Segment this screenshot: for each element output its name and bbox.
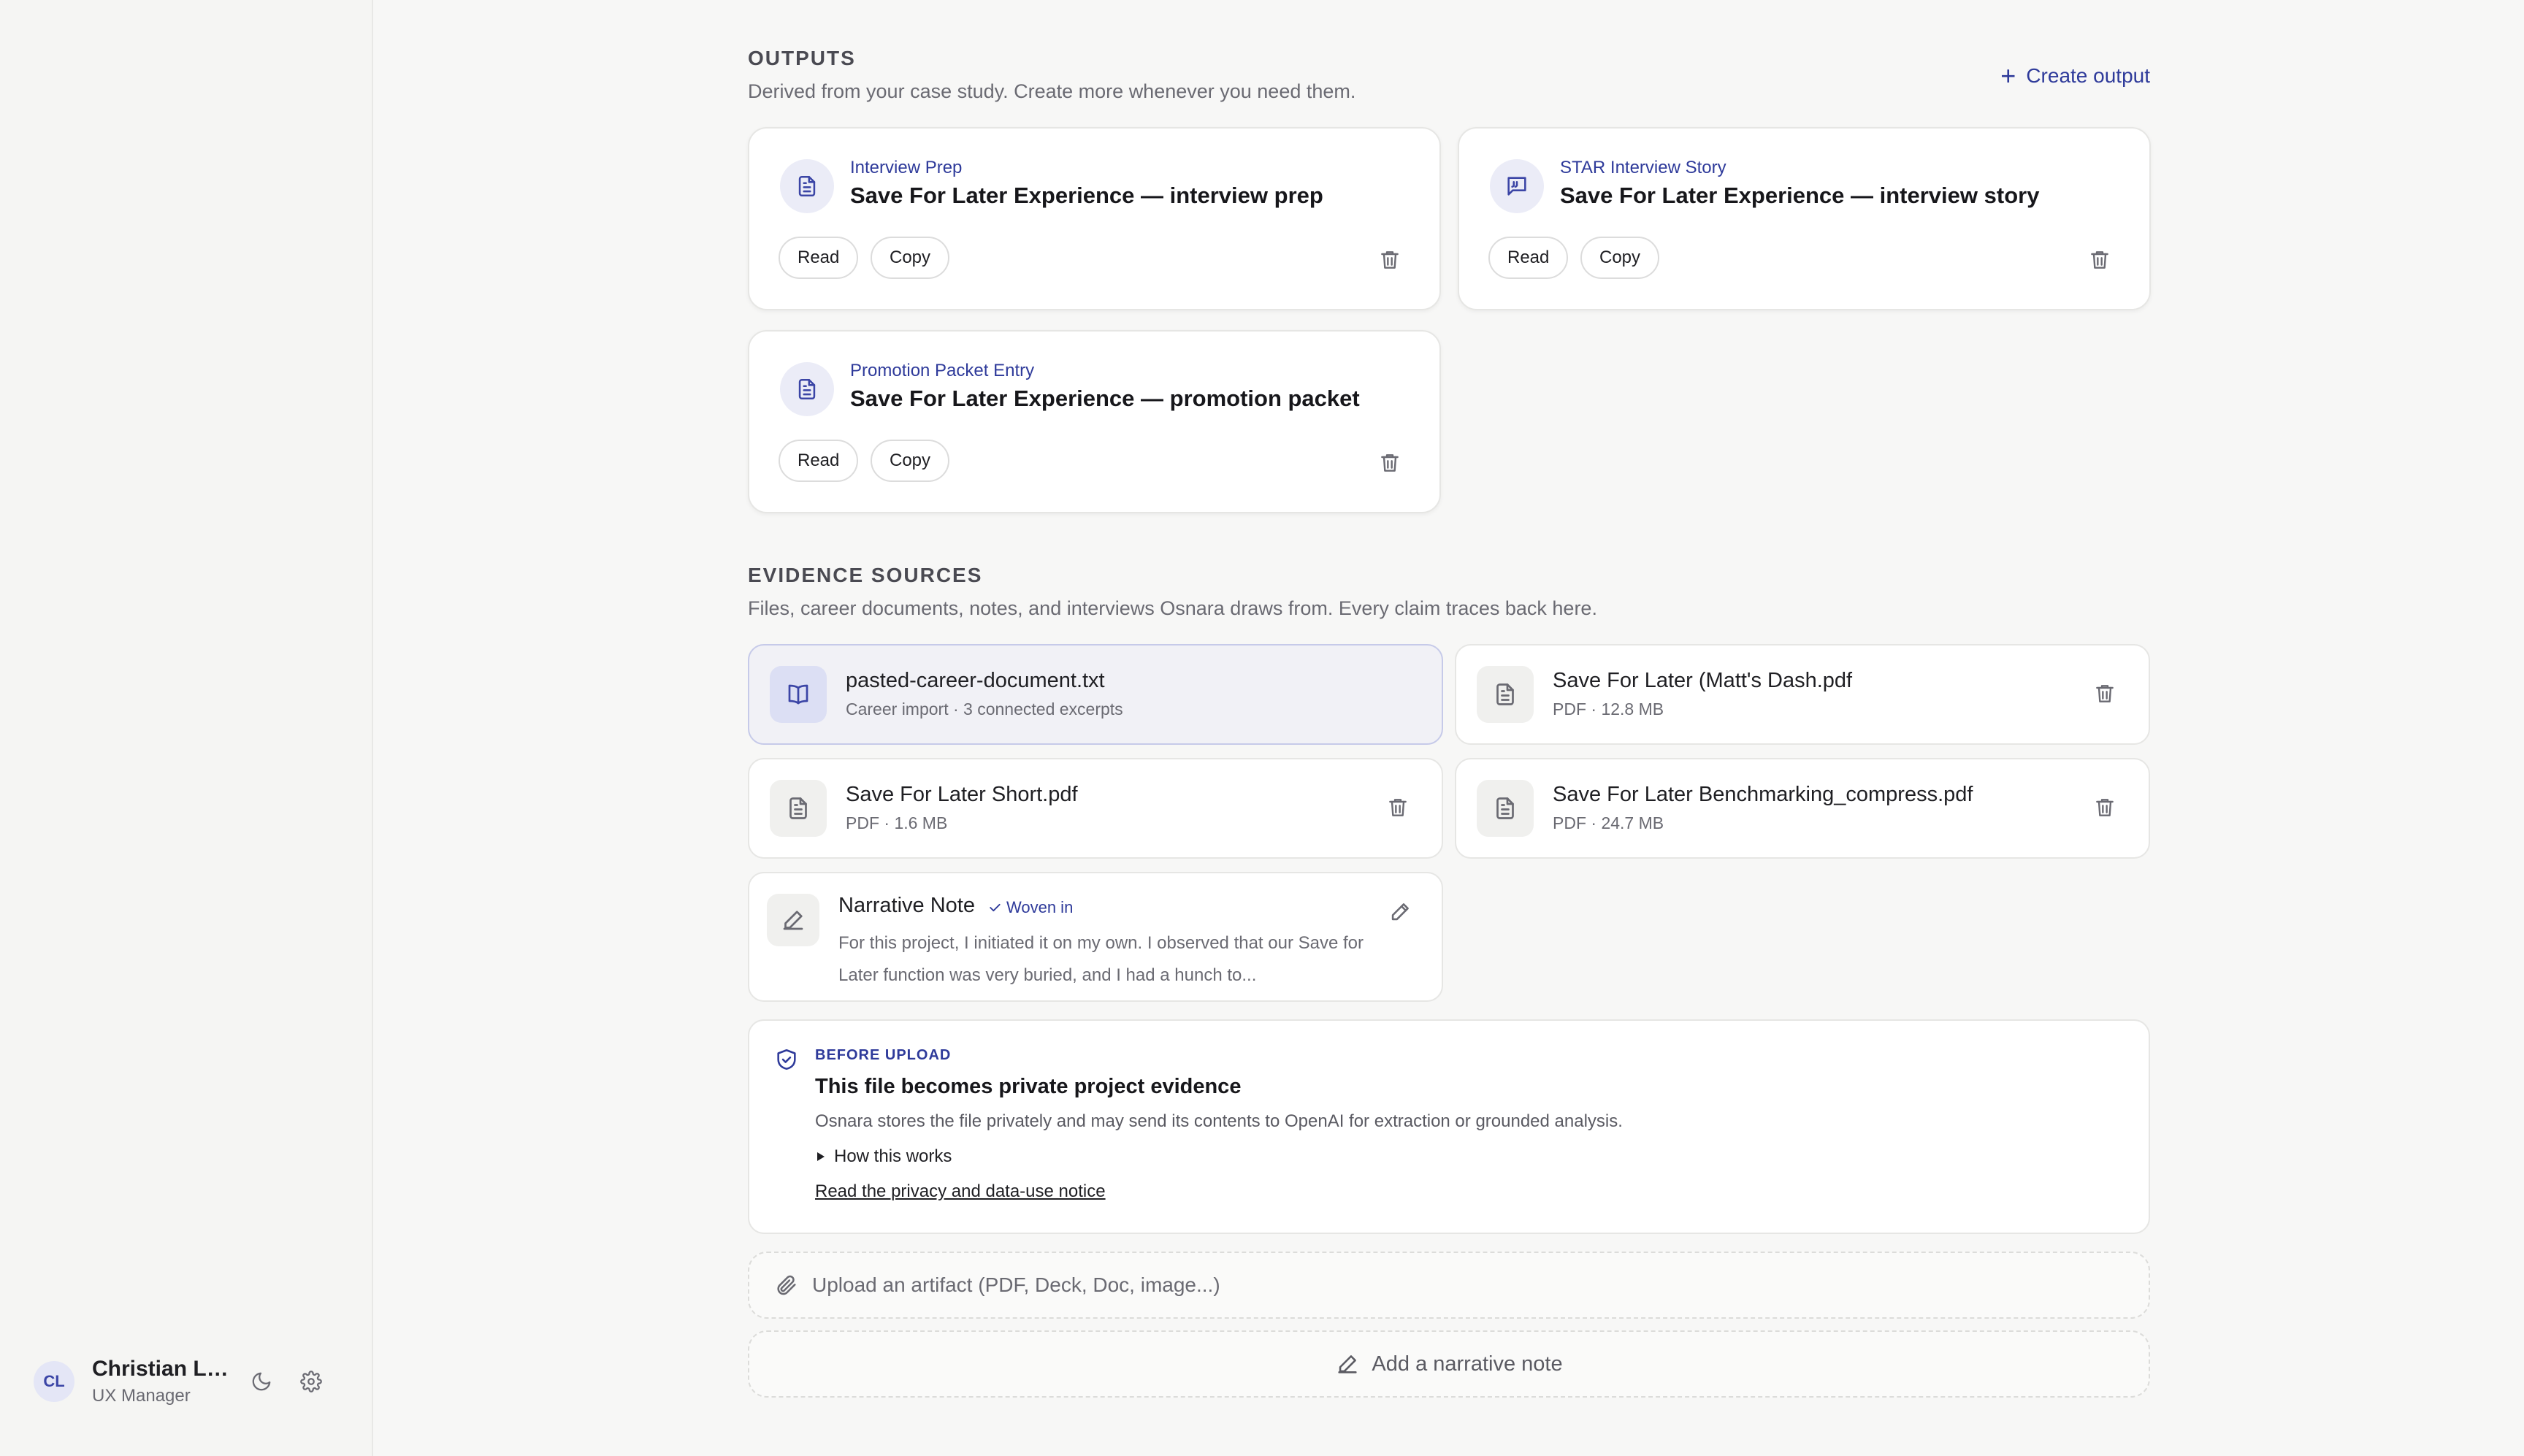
upload-placeholder: Upload an artifact (PDF, Deck, Doc, imag… [812,1273,1220,1296]
evidence-source-item[interactable]: pasted-career-document.txt Career import… [748,644,1443,745]
user-profile[interactable]: CL Christian Lin... UX Manager [34,1357,326,1406]
output-type: Interview Prep [850,158,963,177]
upload-artifact-dropzone[interactable]: Upload an artifact (PDF, Deck, Doc, imag… [748,1252,2150,1319]
user-name: Christian Lin... [92,1357,231,1381]
create-output-label: Create output [2026,64,2150,87]
evidence-source-item[interactable]: Save For Later Benchmarking_compress.pdf… [1455,758,2150,859]
add-narrative-note-button[interactable]: Add a narrative note [748,1330,2150,1398]
document-icon [780,159,834,213]
copy-button[interactable]: Copy [871,440,950,482]
read-button[interactable]: Read [779,440,859,482]
source-meta: PDF · 12.8 MB [1553,700,1664,719]
trash-icon[interactable] [2093,796,2116,819]
evidence-title: EVIDENCE SOURCES [748,564,983,586]
trash-icon[interactable] [2088,248,2111,272]
file-icon [1477,666,1534,723]
privacy-notice-link[interactable]: Read the privacy and data-use notice [815,1181,1106,1202]
create-output-button[interactable]: + Create output [2000,63,2150,89]
file-icon [770,780,827,837]
book-icon [770,666,827,723]
output-card: Promotion Packet Entry Save For Later Ex… [748,330,1441,513]
read-button[interactable]: Read [1488,237,1569,279]
notice-title: This file becomes private project eviden… [815,1075,1242,1098]
copy-button[interactable]: Copy [871,237,950,279]
copy-button[interactable]: Copy [1580,237,1660,279]
moon-icon[interactable] [247,1367,276,1396]
output-card: STAR Interview Story Save For Later Expe… [1458,127,2151,310]
pen-icon [1335,1352,1360,1376]
file-icon [1477,780,1534,837]
note-title: Narrative Note [838,894,975,917]
trash-icon[interactable] [1386,796,1410,819]
source-name: Save For Later Benchmarking_compress.pdf [1553,783,1973,806]
woven-badge: Woven in [987,898,1073,917]
plus-icon: + [2000,61,2016,91]
paperclip-icon [774,1273,799,1298]
output-card: Interview Prep Save For Later Experience… [748,127,1441,310]
output-type: STAR Interview Story [1560,158,1726,177]
notice-eyebrow: BEFORE UPLOAD [815,1047,952,1063]
chat-quote-icon [1490,159,1544,213]
check-icon [990,903,1001,912]
add-note-label: Add a narrative note [1372,1352,1563,1376]
evidence-subtitle: Files, career documents, notes, and inte… [748,597,1597,619]
note-excerpt: For this project, I initiated it on my o… [838,933,1364,985]
source-name: Save For Later (Matt's Dash.pdf [1553,669,1853,692]
user-info: Christian Lin... UX Manager [92,1357,231,1406]
gear-icon[interactable] [297,1367,326,1396]
triangle-right-icon [817,1152,825,1161]
output-type: Promotion Packet Entry [850,361,1035,380]
sidebar: CL Christian Lin... UX Manager [0,0,373,1456]
source-meta: PDF · 1.6 MB [846,813,948,832]
how-this-works-toggle[interactable]: How this works [815,1146,952,1167]
avatar[interactable]: CL [34,1361,74,1402]
source-meta: Career import · 3 connected excerpts [846,700,1123,719]
output-title: Save For Later Experience — promotion pa… [850,386,1360,411]
user-role: UX Manager [92,1386,191,1406]
how-this-works-label: How this works [834,1146,952,1166]
output-title: Save For Later Experience — interview st… [1560,183,2040,208]
evidence-header: EVIDENCE SOURCES Files, career documents… [748,564,1597,620]
trash-icon[interactable] [2093,682,2116,705]
trash-icon[interactable] [1378,248,1401,272]
outputs-subtitle: Derived from your case study. Create mor… [748,80,1356,102]
woven-label: Woven in [1006,898,1074,916]
document-icon [780,362,834,416]
output-title: Save For Later Experience — interview pr… [850,183,1323,208]
source-meta: PDF · 24.7 MB [1553,813,1664,832]
pen-icon [767,894,819,946]
privacy-notice: BEFORE UPLOAD This file becomes private … [748,1019,2150,1234]
edit-pencil-icon[interactable] [1388,900,1414,926]
source-name: pasted-career-document.txt [846,669,1105,692]
outputs-header: OUTPUTS Derived from your case study. Cr… [748,47,1355,103]
outputs-title: OUTPUTS [748,47,856,69]
narrative-note-card[interactable]: Narrative Note Woven in For this project… [748,872,1443,1002]
evidence-source-item[interactable]: Save For Later Short.pdf PDF · 1.6 MB [748,758,1443,859]
evidence-source-item[interactable]: Save For Later (Matt's Dash.pdf PDF · 12… [1455,644,2150,745]
source-name: Save For Later Short.pdf [846,783,1078,806]
read-button[interactable]: Read [779,237,859,279]
trash-icon[interactable] [1378,451,1401,475]
shield-check-icon [774,1047,799,1072]
notice-body: Osnara stores the file privately and may… [815,1111,1623,1131]
